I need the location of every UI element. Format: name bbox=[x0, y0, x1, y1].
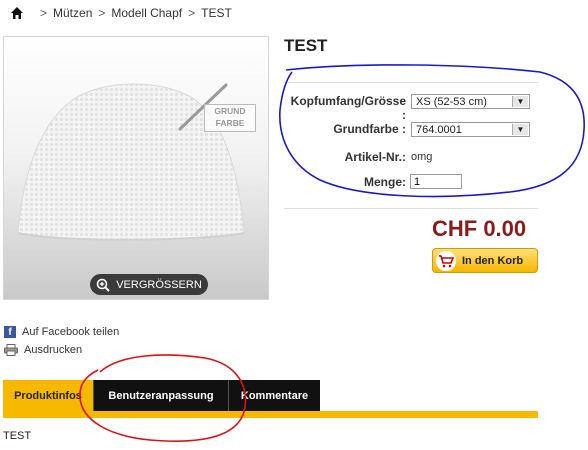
facebook-icon: f bbox=[4, 326, 16, 338]
breadcrumb-link-modell[interactable]: Modell Chapf bbox=[111, 6, 182, 20]
tab-label: Benutzeranpassung bbox=[108, 389, 214, 402]
color-label-overlay: GRUND FARBE bbox=[204, 104, 256, 132]
tab-benutzeranpassung[interactable]: Benutzeranpassung bbox=[93, 380, 228, 411]
quantity-input[interactable] bbox=[410, 174, 462, 189]
cart-icon bbox=[436, 250, 456, 271]
tab-underline bbox=[3, 411, 538, 418]
breadcrumb-current: TEST bbox=[201, 6, 232, 20]
product-image[interactable]: GRUND FARBE VERGRÖSSERN bbox=[3, 36, 269, 300]
magnifier-icon bbox=[96, 278, 110, 292]
divider bbox=[284, 82, 538, 83]
breadcrumb: > Mützen > Modell Chapf > TEST bbox=[10, 4, 232, 22]
tab-label: Produktinfos bbox=[14, 389, 82, 402]
breadcrumb-separator: > bbox=[188, 6, 196, 20]
article-number: omg bbox=[411, 151, 433, 163]
chevron-down-icon: ▼ bbox=[512, 96, 528, 107]
product-price: CHF 0.00 bbox=[432, 216, 527, 241]
hat-illustration bbox=[17, 83, 245, 242]
print-label: Ausdrucken bbox=[24, 344, 83, 356]
color-label: Grundfarbe : bbox=[333, 122, 406, 136]
product-tabs: Produktinfos Benutzeranpassung Kommentar… bbox=[3, 380, 320, 411]
size-select-value: XS (52-53 cm) bbox=[416, 95, 487, 108]
tab-content-text: TEST bbox=[3, 430, 32, 442]
article-label: Artikel-Nr.: bbox=[344, 150, 406, 164]
divider bbox=[284, 208, 538, 209]
facebook-share-link[interactable]: f Auf Facebook teilen bbox=[4, 326, 119, 338]
printer-icon bbox=[4, 344, 18, 356]
tab-label: Kommentare bbox=[240, 389, 309, 402]
breadcrumb-separator: > bbox=[98, 6, 106, 20]
home-icon[interactable] bbox=[10, 6, 24, 20]
size-label: Kopfumfang/Grösse : bbox=[290, 94, 406, 122]
product-title: TEST bbox=[284, 36, 328, 55]
zoom-button[interactable]: VERGRÖSSERN bbox=[90, 274, 208, 295]
breadcrumb-link-muetzen[interactable]: Mützen bbox=[53, 6, 92, 20]
tab-kommentare[interactable]: Kommentare bbox=[228, 380, 320, 411]
tab-produktinfos[interactable]: Produktinfos bbox=[3, 380, 93, 411]
add-to-cart-label: In den Korb bbox=[462, 254, 524, 267]
add-to-cart-button[interactable]: In den Korb bbox=[432, 248, 538, 273]
quantity-label: Menge: bbox=[364, 175, 406, 189]
color-label-text: GRUND FARBE bbox=[214, 106, 246, 128]
size-select[interactable]: XS (52-53 cm) ▼ bbox=[411, 94, 530, 109]
print-link[interactable]: Ausdrucken bbox=[4, 344, 82, 356]
chevron-down-icon: ▼ bbox=[512, 124, 528, 135]
breadcrumb-separator: > bbox=[40, 6, 48, 20]
facebook-share-label: Auf Facebook teilen bbox=[22, 326, 120, 338]
zoom-label: VERGRÖSSERN bbox=[116, 278, 202, 291]
color-select[interactable]: 764.0001 ▼ bbox=[411, 122, 530, 137]
color-select-value: 764.0001 bbox=[416, 123, 462, 136]
